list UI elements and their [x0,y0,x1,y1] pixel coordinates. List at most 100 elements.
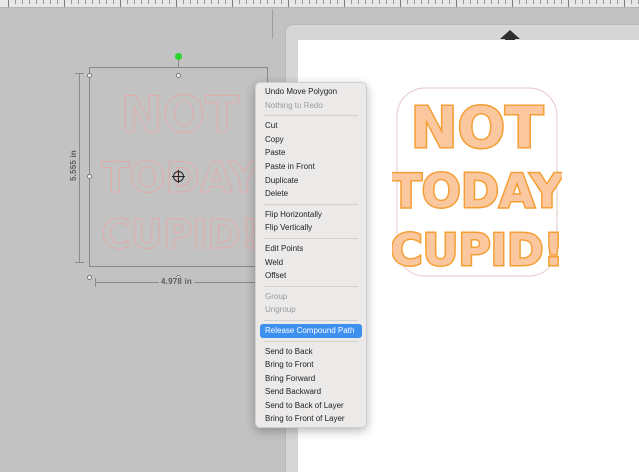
resize-handle-bottom-left[interactable] [87,275,92,280]
ruler-tick [393,0,394,4]
menu-item-send-to-back-of-layer[interactable]: Send to Back of Layer [256,399,366,413]
ruler-tick [470,0,471,4]
menu-separator [264,203,358,205]
resize-handle-top[interactable] [176,73,181,78]
ruler-tick [540,0,541,4]
menu-item-edit-points[interactable]: Edit Points [256,242,366,256]
ruler-tick [582,0,583,4]
menu-item-release-compound-path[interactable]: Release Compound Path [260,323,362,338]
ruler-tick [15,0,16,4]
ruler-tick [610,0,611,4]
menu-item-send-backward[interactable]: Send Backward [256,385,366,399]
design-word-1: NOT [411,96,544,161]
menu-item-offset[interactable]: Offset [256,269,366,283]
ruler-tick [330,0,331,4]
menu-item-weld[interactable]: Weld [256,256,366,270]
ruler-tick [575,0,576,4]
resize-handle-left[interactable] [87,174,92,179]
menu-separator [264,115,358,117]
menu-item-flip-vertically[interactable]: Flip Vertically [256,221,366,235]
ruler-tick [428,0,429,4]
menu-item-duplicate[interactable]: Duplicate [256,174,366,188]
ruler-tick [204,0,205,4]
ruler-tick [442,0,443,4]
menu-item-bring-to-front[interactable]: Bring to Front [256,358,366,372]
menu-separator [264,285,358,287]
ruler-tick [302,0,303,4]
ruler-tick [197,0,198,4]
ruler-tick [631,0,632,4]
ruler-tick [456,0,457,7]
ruler-tick [596,0,597,4]
menu-separator [264,319,358,321]
ruler-tick [260,0,261,4]
ruler-tick [225,0,226,4]
ruler-tick [344,0,345,7]
ruler-tick [43,0,44,4]
ruler-tick [477,0,478,4]
ruler-tick [386,0,387,4]
menu-item-flip-horizontally[interactable]: Flip Horizontally [256,208,366,222]
design-word-3: CUPID! [392,225,562,276]
ruler-tick [29,0,30,4]
ruler-tick [253,0,254,4]
design-preview[interactable]: NOT TODAY CUPID! [392,83,562,281]
menu-item-cut[interactable]: Cut [256,119,366,133]
ruler-tick [554,0,555,4]
top-ruler [0,0,639,8]
selection-bounding-box[interactable] [89,67,268,267]
ruler-tick [274,0,275,4]
menu-item-copy[interactable]: Copy [256,133,366,147]
height-dimension-label: 5.555 in [68,148,78,183]
ruler-tick [183,0,184,4]
ruler-tick [372,0,373,4]
menu-separator [264,340,358,342]
menu-item-undo-move-polygon[interactable]: Undo Move Polygon [256,85,366,99]
ruler-tick [211,0,212,4]
ruler-tick [533,0,534,4]
ruler-tick [484,0,485,4]
ruler-tick [351,0,352,4]
ruler-tick [148,0,149,4]
ruler-tick [435,0,436,4]
menu-item-bring-forward[interactable]: Bring Forward [256,372,366,386]
ruler-tick [561,0,562,4]
menu-item-send-to-back[interactable]: Send to Back [256,345,366,359]
ruler-tick [92,0,93,4]
rotate-handle-icon[interactable] [175,53,182,60]
ruler-tick [106,0,107,4]
ruler-tick [400,0,401,7]
ruler-guide [272,9,273,39]
crosshair-icon[interactable] [172,170,185,183]
ruler-tick [134,0,135,4]
menu-item-paste[interactable]: Paste [256,146,366,160]
ruler-tick [603,0,604,4]
ruler-tick [239,0,240,4]
ruler-tick [568,0,569,7]
ruler-tick [337,0,338,4]
menu-item-delete[interactable]: Delete [256,187,366,201]
ruler-tick [71,0,72,4]
ruler-tick [512,0,513,7]
resize-handle-top-left[interactable] [87,73,92,78]
ruler-tick [169,0,170,4]
menu-item-nothing-to-redo: Nothing to Redo [265,100,323,110]
menu-item-bring-to-front-of-layer[interactable]: Bring to Front of Layer [256,412,366,426]
width-dimension-label: 4.978 in [159,277,194,286]
ruler-tick [155,0,156,4]
ruler-tick [176,0,177,7]
menu-separator [264,237,358,239]
ruler-tick [141,0,142,4]
ruler-tick [589,0,590,4]
ruler-tick [414,0,415,4]
ruler-tick [8,0,9,7]
ruler-tick [85,0,86,4]
menu-item-paste-in-front[interactable]: Paste in Front [256,160,366,174]
ruler-tick [505,0,506,4]
ruler-tick [281,0,282,4]
ruler-tick [624,0,625,7]
ruler-tick [421,0,422,4]
ruler-tick [519,0,520,4]
width-dimension: 4.978 in [95,277,263,287]
ruler-tick [295,0,296,4]
